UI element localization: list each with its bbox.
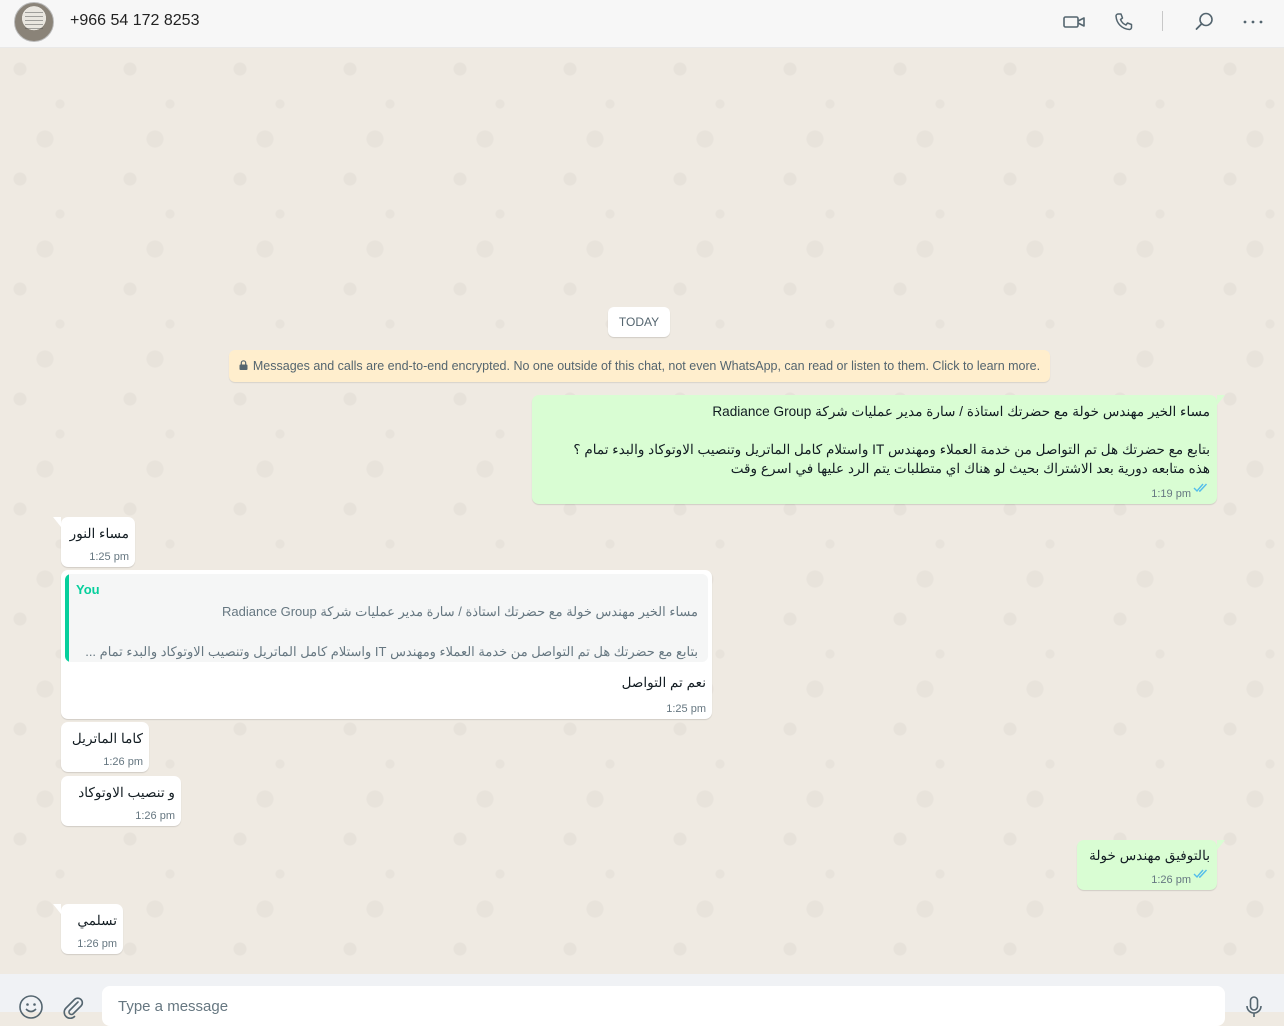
message-time: 1:26 pm	[1151, 874, 1191, 886]
incoming-message[interactable]: كاما الماتريل 1:26 pm	[61, 722, 149, 772]
incoming-message[interactable]: مساء النور 1:25 pm	[53, 517, 135, 567]
microphone-icon[interactable]	[1241, 994, 1267, 1020]
quoted-message[interactable]: You مساء الخير مهندس خولة مع حضرتك استاذ…	[65, 574, 708, 662]
message-line: هذه متابعه دورية بعد الاشتراك بحيث لو هن…	[730, 461, 1210, 476]
outgoing-message[interactable]: مساء الخير مهندس خولة مع حضرتك استاذة / …	[532, 395, 1225, 504]
message-text: مساء الخير مهندس خولة مع حضرتك استاذة / …	[538, 402, 1210, 478]
message-text: تسلمي	[77, 913, 117, 928]
message-time: 1:26 pm	[103, 756, 143, 768]
search-icon[interactable]	[1190, 10, 1218, 34]
message-line: بتابع مع حضرتك هل تم التواصل من خدمة الع…	[573, 442, 1210, 457]
video-call-icon[interactable]	[1060, 10, 1088, 34]
read-ticks-icon	[1193, 866, 1209, 884]
quoted-text-line: مساء الخير مهندس خولة مع حضرتك استاذة / …	[222, 604, 698, 619]
quote-accent-bar	[65, 574, 69, 662]
read-ticks-icon	[1193, 480, 1209, 498]
message-time: 1:26 pm	[77, 938, 117, 950]
message-text: و تنصيب الاوتوكاد	[78, 785, 175, 800]
outgoing-message[interactable]: بالتوفيق مهندس خولة 1:26 pm	[1077, 840, 1225, 890]
header-divider	[1162, 11, 1163, 31]
message-time: 1:19 pm	[1151, 488, 1191, 500]
message-line: مساء الخير مهندس خولة مع حضرتك استاذة / …	[712, 404, 1210, 419]
quoted-text-line: بتابع مع حضرتك هل تم التواصل من خدمة الع…	[85, 644, 698, 659]
incoming-message[interactable]: و تنصيب الاوتوكاد 1:26 pm	[61, 776, 181, 826]
contact-avatar[interactable]	[14, 2, 54, 42]
message-time: 1:26 pm	[135, 810, 175, 822]
message-input[interactable]	[102, 986, 1225, 1026]
message-text: بالتوفيق مهندس خولة	[1089, 848, 1210, 863]
attach-icon[interactable]	[60, 994, 86, 1020]
incoming-message[interactable]: تسلمي 1:26 pm	[53, 904, 123, 954]
contact-name[interactable]: +966 54 172 8253	[70, 12, 199, 30]
quoted-author: You	[76, 582, 100, 597]
emoji-icon[interactable]	[18, 994, 44, 1020]
composer-bar	[0, 974, 1284, 1026]
message-text: كاما الماتريل	[71, 731, 143, 746]
encryption-notice[interactable]: Messages and calls are end-to-end encryp…	[229, 350, 1050, 382]
encryption-notice-text: Messages and calls are end-to-end encryp…	[252, 359, 1041, 373]
incoming-reply-message[interactable]: You مساء الخير مهندس خولة مع حضرتك استاذ…	[61, 570, 712, 719]
message-text: نعم تم التواصل	[621, 675, 706, 690]
more-options-icon[interactable]	[1239, 10, 1267, 34]
date-divider: TODAY	[608, 307, 670, 337]
message-list[interactable]: TODAY Messages and calls are end-to-end …	[0, 49, 1284, 974]
chat-header: +966 54 172 8253	[0, 0, 1284, 48]
lock-icon	[239, 359, 248, 373]
message-time: 1:25 pm	[666, 703, 706, 715]
message-time: 1:25 pm	[89, 551, 129, 563]
voice-call-icon[interactable]	[1110, 10, 1138, 34]
message-text: مساء النور	[69, 526, 129, 541]
